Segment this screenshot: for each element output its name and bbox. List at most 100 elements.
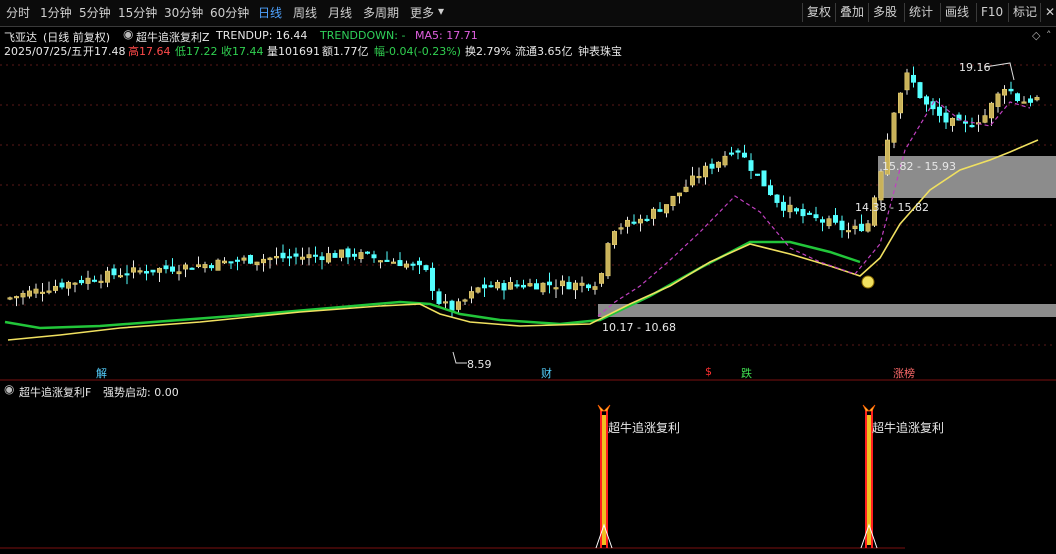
support-zones [598,156,1056,317]
event-tag-dollar[interactable]: $ [705,365,712,378]
event-tag-gainers[interactable]: 涨榜 [893,365,915,381]
trend-line [597,99,1031,317]
candle-body [663,204,669,214]
candle-body [637,218,643,224]
chevron-up-icon[interactable]: ˄ [1046,29,1052,42]
candle-body [715,161,721,168]
candle-body [533,283,539,290]
candle-body [1021,101,1027,104]
event-tag-finance[interactable]: 财 [541,365,552,381]
candle-body [377,260,383,263]
candle-body [787,204,793,213]
quote-sector: 钟表珠宝 [578,45,622,58]
zone-low [598,304,1056,317]
candle-body [819,219,825,223]
trendup-label: TRENDUP: 16.44 [216,29,308,42]
sub-indicator-value: 强势启动: 0.00 [103,386,179,399]
candle-body [748,160,754,171]
candle-body [137,270,143,273]
candle-body [202,264,208,269]
candle-body [644,218,650,221]
candle-body [235,259,241,262]
trenddown-label: TRENDDOWN: - [320,29,406,42]
candle-body [806,212,812,215]
candle-body [553,287,559,290]
candle-body [293,253,299,257]
candle-body [72,282,78,285]
candle-body [826,218,832,227]
candle-body [319,256,325,261]
candle-body [852,225,858,230]
low-arrow [452,351,467,364]
indicator-settings-icon[interactable]: ◉ [123,27,133,41]
candle-body [800,209,806,217]
candle-body [592,286,598,290]
candle-body [20,292,26,298]
candle-body [481,284,487,289]
candle-body [832,215,838,223]
candle-body [429,267,435,291]
candle-body [618,227,624,230]
candle-body [572,282,578,291]
candle-body [105,270,111,283]
candle-body [92,279,98,282]
sub-indicator-settings-icon[interactable]: ◉ [4,382,14,396]
candle-body [150,269,156,273]
kline-chart[interactable] [0,0,1056,554]
candle-body [793,208,799,212]
candle-body [774,194,780,203]
event-tag-drop[interactable]: 跌 [741,365,752,381]
candle-body [403,263,409,268]
candle-body [98,280,104,283]
candle-body [566,281,572,290]
candle-body [475,287,481,293]
candle-body [325,253,331,263]
candle-body [631,221,637,224]
quote-turnover: 换2.79% [465,45,511,58]
candle-body [462,299,468,302]
candle-body [722,155,728,166]
candle-body [196,264,202,267]
candle-body [904,72,910,91]
zone-mid-label: 14.38 - 15.82 [855,201,929,214]
candle-body [865,223,871,232]
candle-body [222,260,228,264]
candle-body [891,112,897,143]
quote-volume: 量101691 [267,45,320,58]
candle-body [345,248,351,258]
candle-body [1008,88,1014,92]
candle-body [728,152,734,155]
candle-body [358,252,364,259]
candle-body [754,173,760,176]
candle-body [1001,88,1007,96]
candle-body [176,271,182,275]
low-price-label: 8.59 [467,358,492,371]
candle-body [170,266,176,272]
candle-body [709,163,715,169]
candle-body [397,260,403,267]
candle-body [183,264,189,270]
candle-body [936,106,942,116]
candle-body [696,176,702,179]
candle-body [215,259,221,271]
diamond-icon[interactable]: ◇ [1032,29,1040,42]
candle-body [7,297,13,300]
high-price-label: 19.16 [959,61,991,74]
candle-body [507,282,513,290]
candle-body [52,285,58,291]
sub-indicator-name: 超牛追涨复利F [19,386,92,399]
ma5-label: MA5: 17.71 [415,29,478,42]
candle-body [657,209,663,212]
candle-body [813,214,819,219]
dollar-marker [861,275,875,289]
quote-date: 2025/07/25/五 [4,45,83,58]
candle-body [442,301,448,304]
candle-body [683,186,689,192]
butterfly-icon [597,404,611,412]
candle-body [312,254,318,257]
candle-body [144,271,150,274]
candle-body [995,93,1001,107]
candle-body [624,219,630,227]
candle-body [124,273,130,276]
event-tag-unlock[interactable]: 解 [96,365,107,381]
